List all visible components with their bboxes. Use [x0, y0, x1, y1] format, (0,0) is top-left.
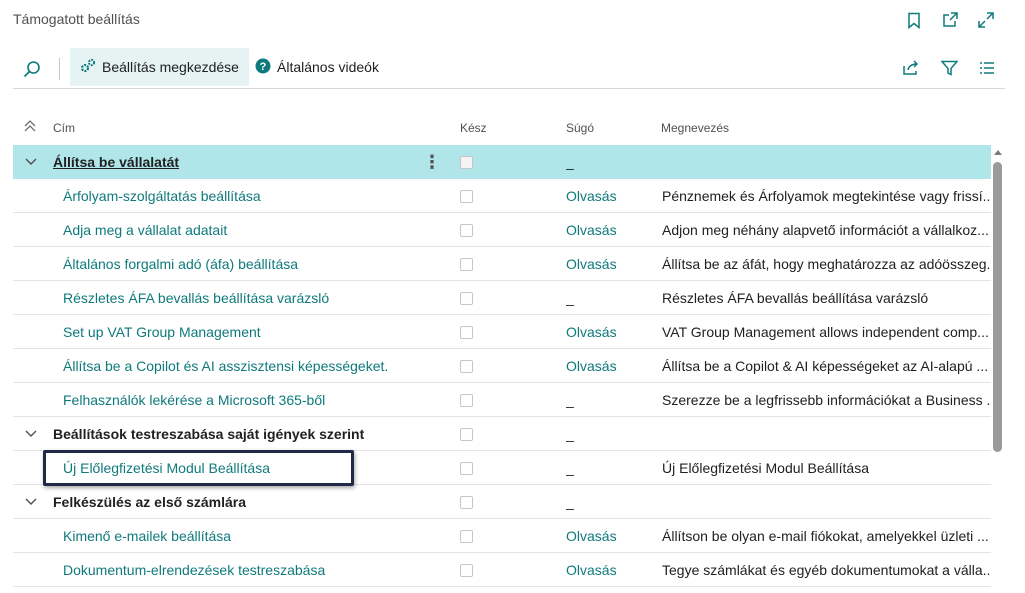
share-icon[interactable] — [899, 56, 923, 80]
row-description: Állítsa be az áfát, hogy meghatározza az… — [662, 256, 991, 272]
row-title[interactable]: Új Előlegfizetési Modul Beállítása — [63, 451, 453, 485]
row-description: Tegye számlákat és egyéb dokumentumokat … — [662, 562, 991, 578]
row-title[interactable]: Állítsa be a Copilot és AI asszisztensi … — [63, 349, 453, 383]
chevron-down-icon[interactable] — [23, 145, 39, 179]
help-read-link[interactable]: Olvasás — [566, 519, 646, 553]
row-description — [662, 417, 991, 451]
help-circle-icon: ? — [255, 58, 271, 77]
done-checkbox — [460, 519, 473, 553]
grid-row-item[interactable]: Kimenő e-mailek beállítása Olvasás Állít… — [13, 519, 991, 553]
row-title[interactable]: Beállítások testreszabása saját igények … — [53, 417, 443, 451]
open-new-window-icon[interactable] — [939, 9, 961, 31]
row-help: _ — [566, 154, 574, 170]
grid-row-item[interactable]: Set up VAT Group Management Olvasás VAT … — [13, 315, 991, 349]
done-checkbox — [460, 315, 473, 349]
grid-row-item[interactable]: Árfolyam-szolgáltatás beállítása Olvasás… — [13, 179, 991, 213]
grid-row-item[interactable]: Részletes ÁFA bevallás beállítása varázs… — [13, 281, 991, 315]
general-videos-button[interactable]: ? Általános videók — [245, 48, 389, 86]
row-description — [662, 145, 991, 179]
setup-grid: Cím Kész Súgó Megnevezés Állítsa be váll… — [13, 110, 991, 587]
help-read-link[interactable]: Olvasás — [566, 553, 646, 587]
filter-icon[interactable] — [937, 56, 961, 80]
row-description: Adjon meg néhány alapvető információt a … — [662, 222, 989, 238]
done-checkbox — [460, 485, 473, 519]
row-title[interactable]: Set up VAT Group Management — [63, 315, 453, 349]
grid-row-group[interactable]: Beállítások testreszabása saját igények … — [13, 417, 991, 451]
grid-row-item[interactable]: Új Előlegfizetési Modul Beállítása _ Új … — [13, 451, 991, 485]
start-setup-button[interactable]: Beállítás megkezdése — [70, 48, 249, 86]
grid-row-item[interactable]: Felhasználók lekérése a Microsoft 365-bő… — [13, 383, 991, 417]
row-description: Állítson be olyan e-mail fiókokat, amely… — [662, 528, 989, 544]
column-header-help[interactable]: Súgó — [566, 121, 594, 135]
done-checkbox — [460, 145, 473, 179]
row-title[interactable]: Adja meg a vállalat adatait — [63, 213, 453, 247]
row-title[interactable]: Általános forgalmi adó (áfa) beállítása — [63, 247, 453, 281]
row-title[interactable]: Részletes ÁFA bevallás beállítása varázs… — [63, 281, 453, 315]
done-checkbox — [460, 281, 473, 315]
action-divider — [59, 58, 60, 80]
grid-row-group[interactable]: Állítsa be vállalatát ⋮ _ — [13, 145, 991, 179]
help-read-link[interactable]: Olvasás — [566, 247, 646, 281]
row-description: Szerezze be a legfrissebb információkat … — [662, 392, 991, 408]
more-options-icon[interactable]: ⋮ — [423, 145, 439, 179]
row-description: Részletes ÁFA bevallás beállítása varázs… — [662, 290, 929, 306]
row-description: Új Előlegfizetési Modul Beállítása — [662, 460, 869, 476]
help-read-link[interactable]: Olvasás — [566, 349, 646, 383]
page-title: Támogatott beállítás — [13, 11, 140, 27]
done-checkbox — [460, 451, 473, 485]
row-help: _ — [566, 460, 574, 476]
row-title[interactable]: Árfolyam-szolgáltatás beállítása — [63, 179, 453, 213]
list-view-icon[interactable] — [975, 56, 999, 80]
grid-header: Cím Kész Súgó Megnevezés — [13, 110, 991, 145]
bookmark-icon[interactable] — [903, 9, 925, 31]
done-checkbox — [460, 247, 473, 281]
column-header-description[interactable]: Megnevezés — [661, 121, 729, 135]
grid-row-item[interactable]: Adja meg a vállalat adatait Olvasás Adjo… — [13, 213, 991, 247]
done-checkbox — [460, 179, 473, 213]
action-bar: Beállítás megkezdése ? Általános videók — [0, 47, 1025, 89]
done-checkbox — [460, 417, 473, 451]
row-help: _ — [566, 494, 574, 510]
row-title[interactable]: Felkészülés az első számlára — [53, 485, 443, 519]
chevron-down-icon[interactable] — [23, 417, 39, 451]
grid-row-item[interactable]: Dokumentum-elrendezések testreszabása Ol… — [13, 553, 991, 587]
grid-row-item[interactable]: Állítsa be a Copilot és AI asszisztensi … — [13, 349, 991, 383]
help-read-link[interactable]: Olvasás — [566, 213, 646, 247]
row-description: VAT Group Management allows independent … — [662, 324, 989, 340]
gears-icon — [80, 58, 96, 77]
search-icon[interactable] — [18, 56, 46, 82]
column-header-done[interactable]: Kész — [460, 121, 487, 135]
general-videos-label: Általános videók — [277, 59, 379, 75]
row-description: Pénznemek és Árfolyamok megtekintése vag… — [662, 188, 991, 204]
row-description — [662, 485, 991, 519]
help-read-link[interactable]: Olvasás — [566, 315, 646, 349]
row-help: _ — [566, 426, 574, 442]
done-checkbox — [460, 349, 473, 383]
row-title[interactable]: Felhasználók lekérése a Microsoft 365-bő… — [63, 383, 453, 417]
help-read-link[interactable]: Olvasás — [566, 179, 646, 213]
scrollbar-thumb[interactable] — [993, 162, 1002, 452]
action-bar-separator — [13, 88, 1005, 89]
row-title[interactable]: Dokumentum-elrendezések testreszabása — [63, 553, 453, 587]
collapse-all-icon[interactable] — [23, 119, 37, 136]
grid-row-item[interactable]: Általános forgalmi adó (áfa) beállítása … — [13, 247, 991, 281]
done-checkbox — [460, 213, 473, 247]
column-header-title[interactable]: Cím — [53, 121, 75, 135]
scroll-up-icon[interactable] — [992, 146, 1004, 158]
chevron-down-icon[interactable] — [23, 485, 39, 519]
done-checkbox — [460, 553, 473, 587]
done-checkbox — [460, 383, 473, 417]
grid-row-group[interactable]: Felkészülés az első számlára _ — [13, 485, 991, 519]
window-titlebar: Támogatott beállítás — [0, 0, 1025, 46]
row-help: _ — [566, 392, 574, 408]
row-title[interactable]: Állítsa be vállalatát — [53, 145, 443, 179]
start-setup-label: Beállítás megkezdése — [102, 59, 239, 75]
svg-text:?: ? — [260, 61, 267, 73]
expand-icon[interactable] — [975, 9, 997, 31]
row-help: _ — [566, 290, 574, 306]
row-description: Állítsa be a Copilot & AI képességeket a… — [662, 358, 989, 374]
row-title[interactable]: Kimenő e-mailek beállítása — [63, 519, 453, 553]
